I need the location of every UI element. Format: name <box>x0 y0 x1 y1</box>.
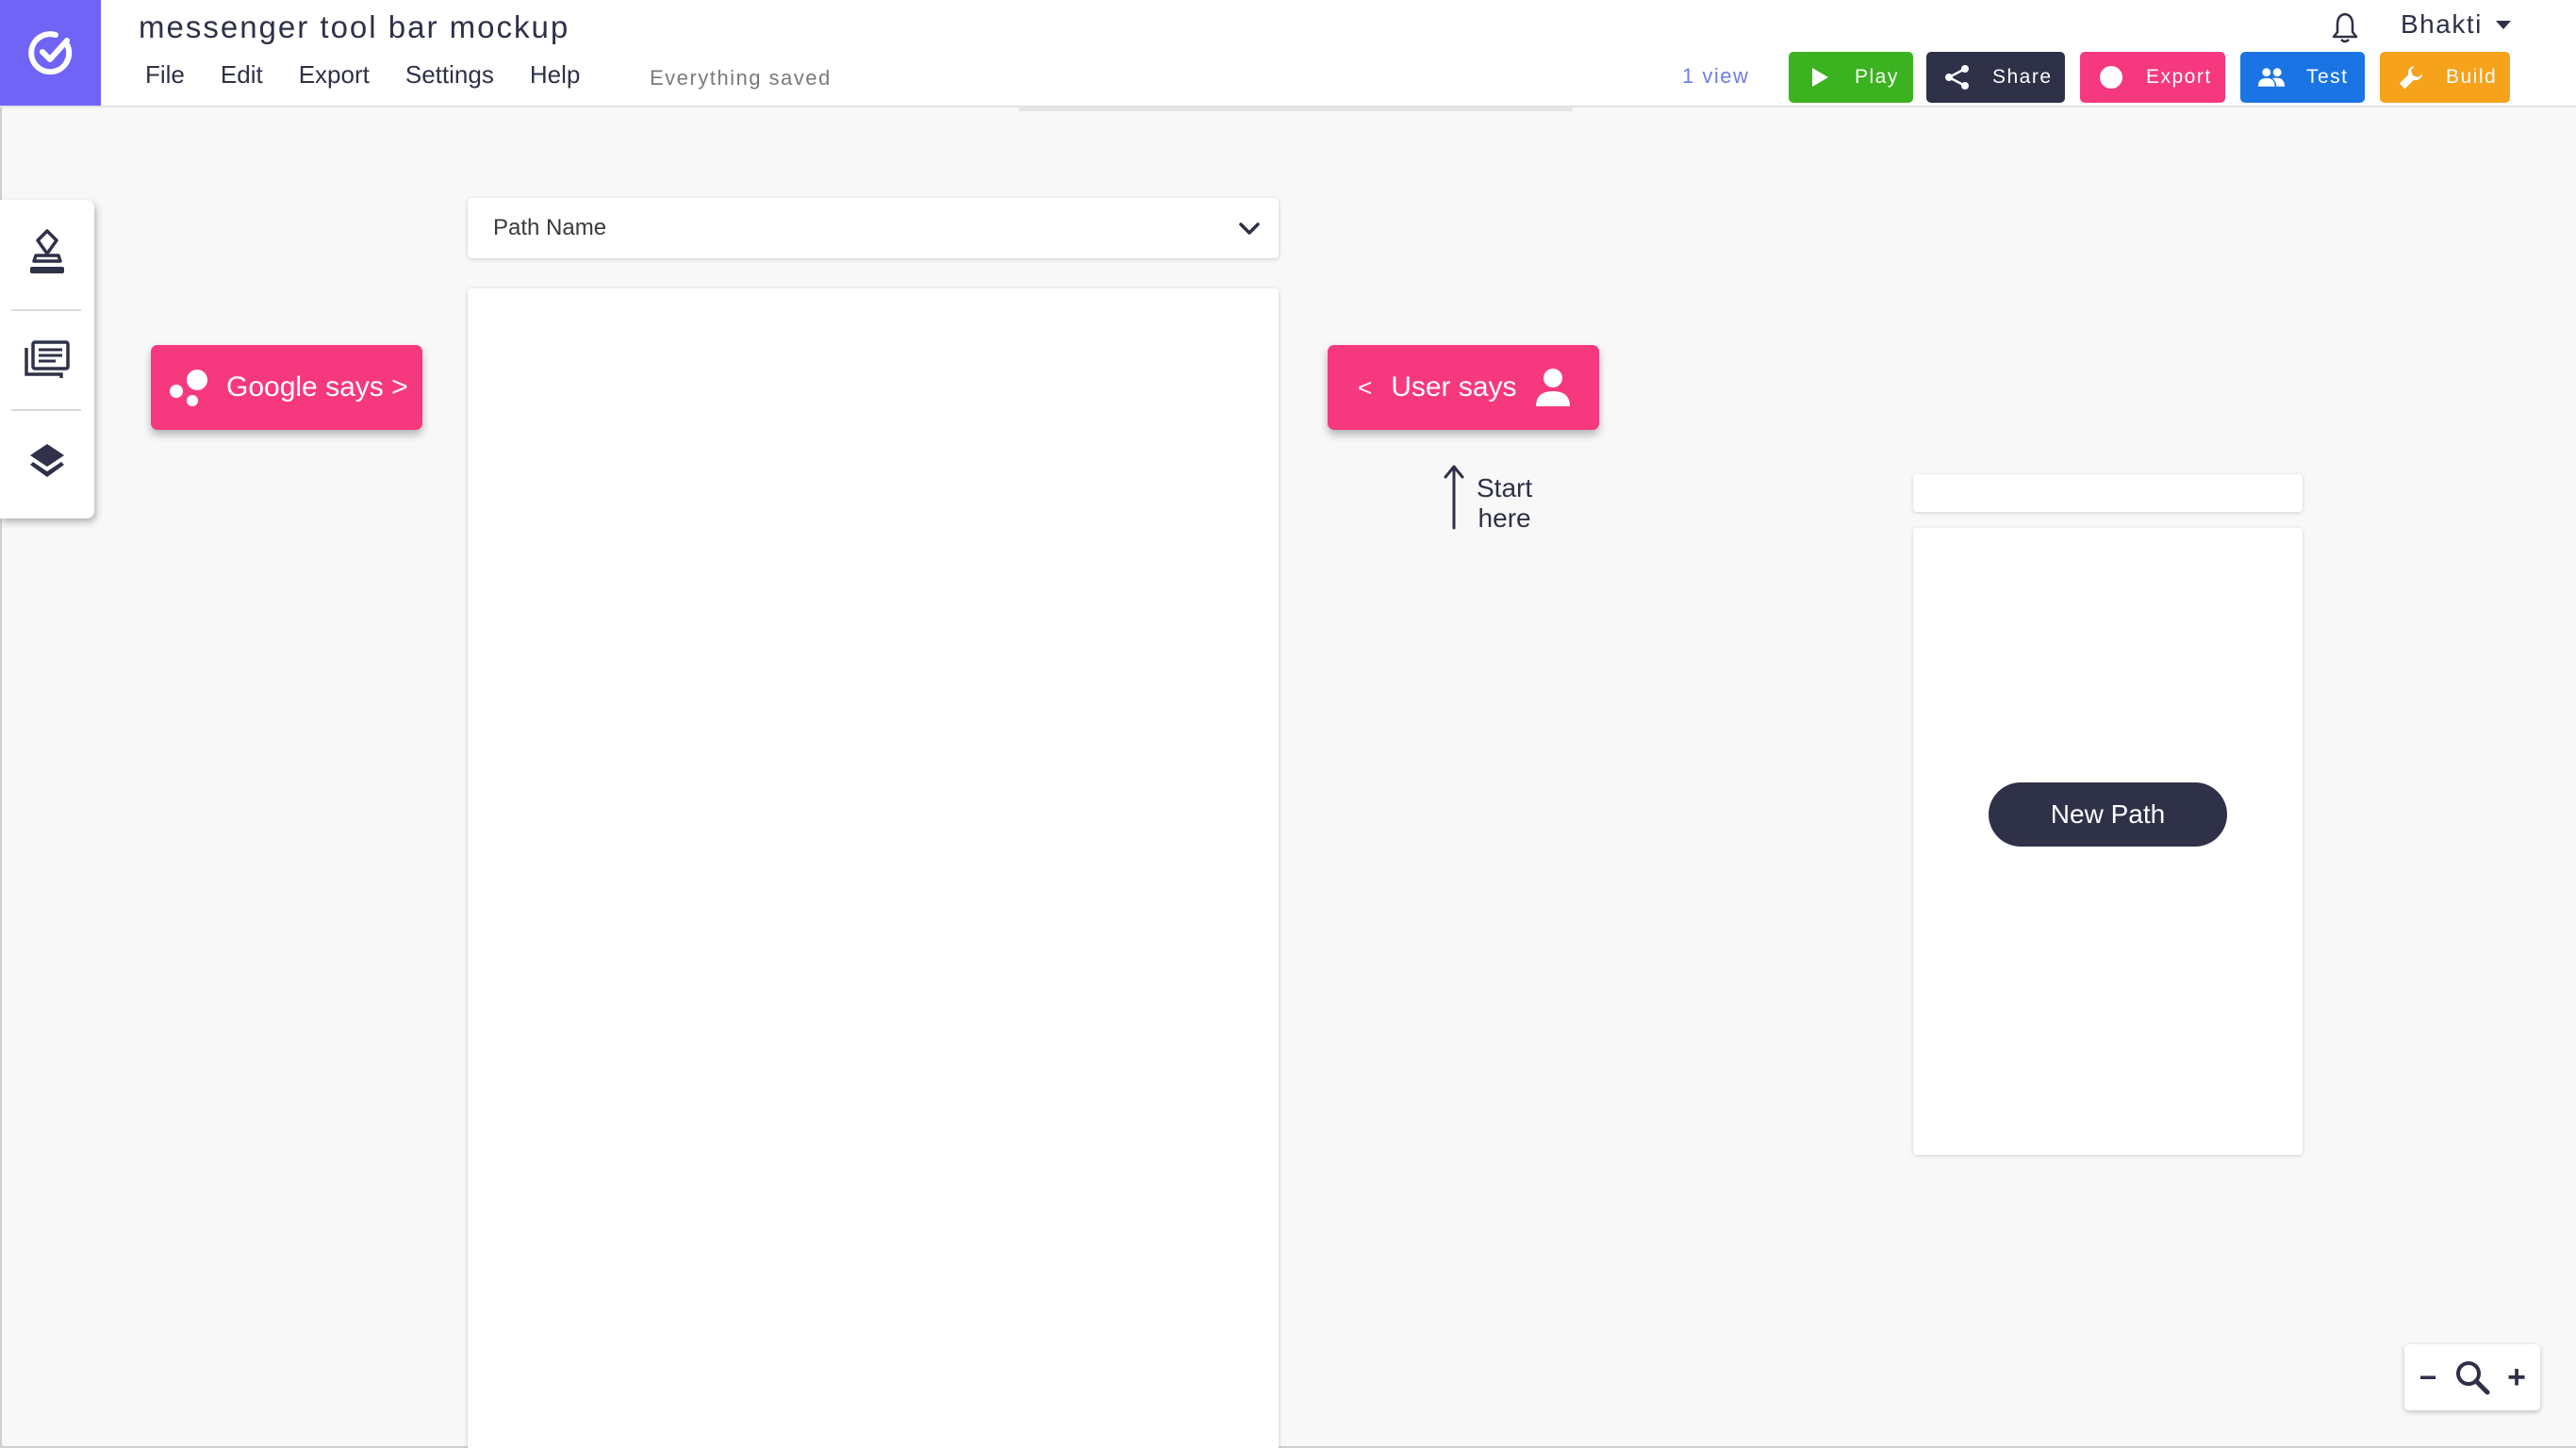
path-editor-panel[interactable] <box>468 288 1279 1448</box>
zoom-in-button[interactable]: + <box>2502 1344 2531 1410</box>
new-path-button[interactable]: New Path <box>1989 782 2227 847</box>
path-name-select[interactable]: Path Name <box>468 198 1279 258</box>
rail-item-layers[interactable] <box>0 414 94 508</box>
rail-item-messages[interactable] <box>0 314 94 408</box>
zoom-control: − + <box>2404 1344 2540 1410</box>
start-here-hint: Start here <box>1443 464 1532 534</box>
start-here-text: Start here <box>1477 473 1532 534</box>
test-button[interactable]: Test <box>2240 52 2365 103</box>
tool-rail <box>0 200 94 518</box>
wrench-icon <box>2397 63 2425 91</box>
app-logo-icon <box>27 31 72 75</box>
canvas-scroll-indicator[interactable] <box>1018 107 1573 111</box>
menu-file[interactable]: File <box>145 60 185 90</box>
record-icon <box>2097 63 2125 91</box>
rail-divider <box>11 309 81 311</box>
view-count[interactable]: 1 view <box>1682 64 1749 89</box>
export-label: Export <box>2146 66 2212 88</box>
chevron-down-icon <box>2495 20 2511 29</box>
export-button[interactable]: Export <box>2080 52 2225 103</box>
build-label: Build <box>2446 66 2498 88</box>
top-bar: messenger tool bar mockup File Edit Expo… <box>0 0 2576 107</box>
eraser-icon <box>30 229 64 273</box>
zoom-out-button[interactable]: − <box>2414 1344 2442 1410</box>
messages-icon <box>25 340 70 378</box>
bell-icon[interactable] <box>2331 11 2359 43</box>
app-logo[interactable] <box>0 0 101 106</box>
user-name: Bhakti <box>2401 9 2483 39</box>
menu-settings[interactable]: Settings <box>405 60 494 90</box>
share-label: Share <box>1992 66 2053 88</box>
start-here-line2: here <box>1478 503 1531 533</box>
menu-help[interactable]: Help <box>530 60 580 90</box>
user-icon <box>1535 369 1570 406</box>
user-says-button[interactable]: < User says <box>1328 345 1599 430</box>
document-title[interactable]: messenger tool bar mockup <box>139 9 570 45</box>
menu-edit[interactable]: Edit <box>221 60 263 90</box>
rail-divider <box>11 409 81 411</box>
play-label: Play <box>1855 66 1899 88</box>
user-menu[interactable]: Bhakti <box>2401 9 2511 40</box>
test-label: Test <box>2306 66 2349 88</box>
save-status: Everything saved <box>650 66 832 90</box>
layers-icon <box>30 444 64 477</box>
user-says-prefix: < <box>1358 372 1373 402</box>
users-icon <box>2257 63 2286 91</box>
rail-item-eraser[interactable] <box>0 205 94 299</box>
menu-bar: File Edit Export Settings Help <box>145 60 616 90</box>
arrow-up-icon <box>1444 465 1464 530</box>
zoom-reset-button[interactable] <box>2452 1344 2493 1410</box>
google-says-button[interactable]: Google says > <box>151 345 422 430</box>
preview-header-bar <box>1913 474 2303 512</box>
start-here-line1: Start <box>1477 473 1533 502</box>
path-name-value: Path Name <box>493 215 607 240</box>
play-button[interactable]: Play <box>1789 52 1913 103</box>
build-button[interactable]: Build <box>2380 52 2510 103</box>
user-says-label: User says <box>1391 371 1517 403</box>
search-icon <box>2456 1361 2490 1395</box>
menu-export[interactable]: Export <box>299 60 370 90</box>
play-icon <box>1806 63 1834 91</box>
share-icon <box>1943 63 1972 91</box>
bot-bubbles-icon <box>170 370 207 406</box>
chevron-down-icon <box>1239 222 1260 235</box>
share-button[interactable]: Share <box>1926 52 2065 103</box>
google-says-label: Google says > <box>226 371 408 403</box>
